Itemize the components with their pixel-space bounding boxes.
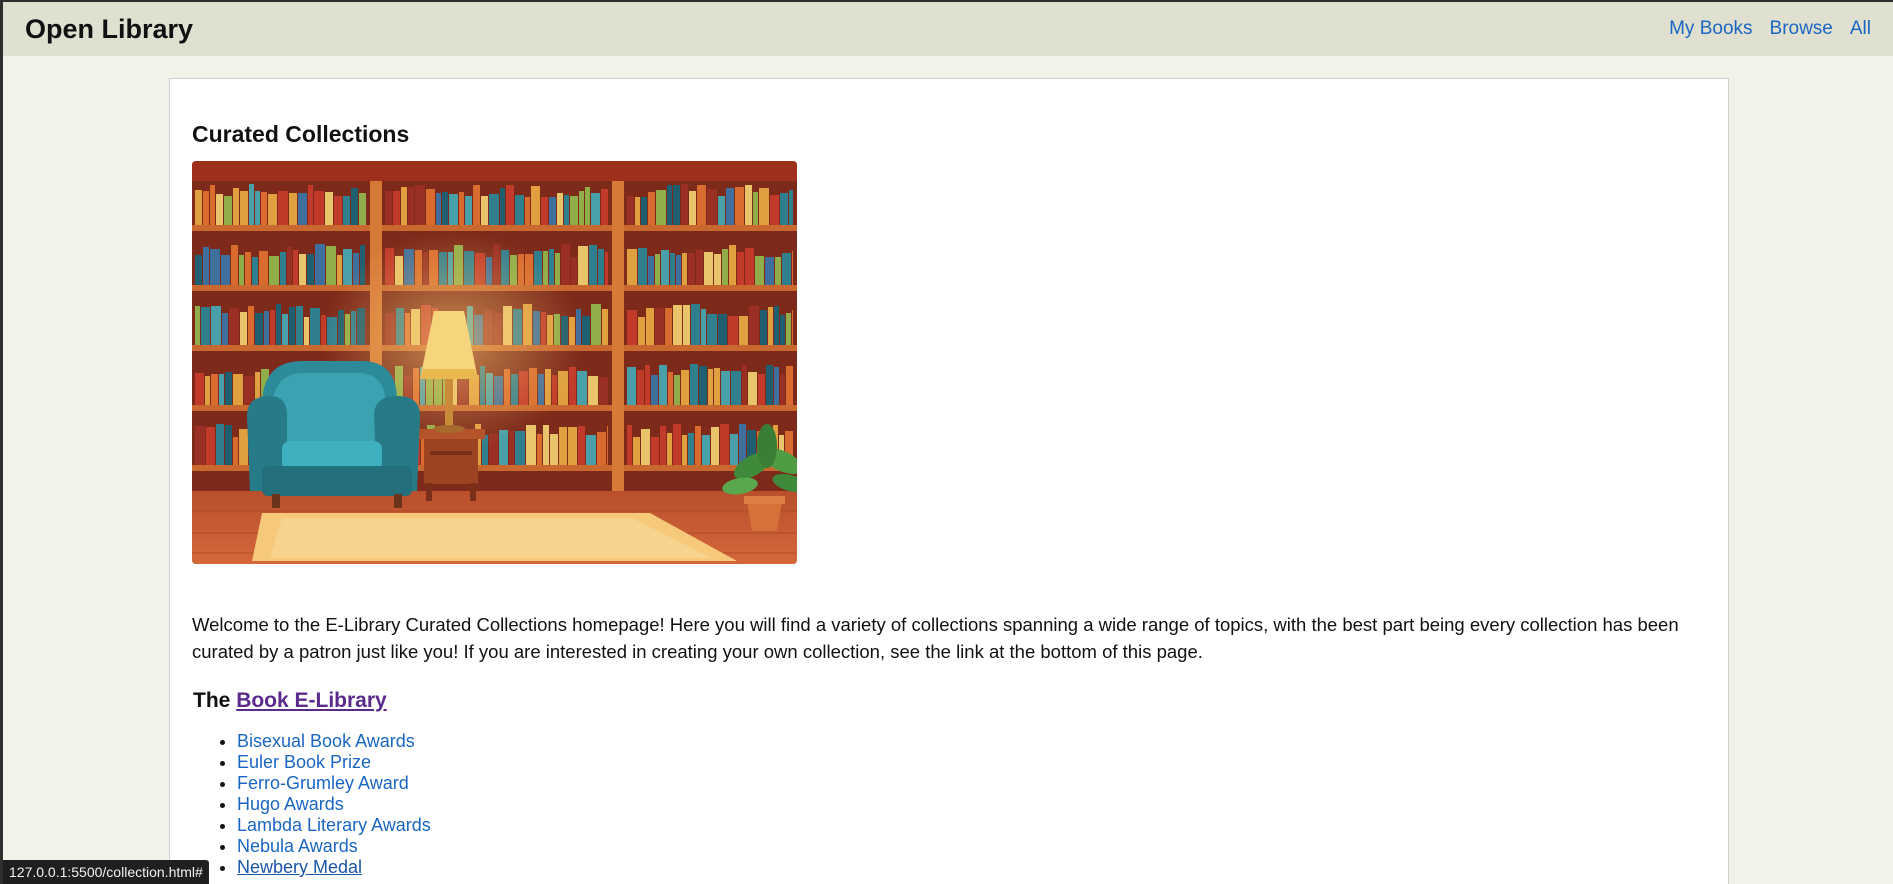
list-item: Lambda Literary Awards [237, 815, 1706, 836]
page-title: Curated Collections [192, 121, 410, 147]
list-item: Newbery Medal [237, 857, 1706, 878]
browser-viewport: Open Library My Books Browse All Curated… [0, 0, 1893, 884]
browser-status-url: 127.0.0.1:5500/collection.html# [3, 860, 209, 884]
armchair-illustration [247, 361, 420, 508]
award-link-euler-book-prize[interactable]: Euler Book Prize [237, 752, 371, 772]
awards-list: Bisexual Book Awards Euler Book Prize Fe… [192, 731, 1706, 878]
content-card: Curated Collections Welcome to the E-Lib… [169, 78, 1729, 884]
intro-paragraph: Welcome to the E-Library Curated Collect… [192, 614, 1679, 662]
top-nav: My Books Browse All [1669, 18, 1871, 40]
nav-browse-link[interactable]: Browse [1770, 18, 1833, 40]
list-item: Euler Book Prize [237, 752, 1706, 773]
award-link-lambda-literary-awards[interactable]: Lambda Literary Awards [237, 815, 431, 835]
section-heading: The Book E-Library [193, 689, 1706, 713]
top-bar: Open Library My Books Browse All [3, 2, 1893, 56]
library-hero-image [192, 161, 797, 564]
award-link-nebula-awards[interactable]: Nebula Awards [237, 836, 358, 856]
list-item: Bisexual Book Awards [237, 731, 1706, 752]
list-item: Hugo Awards [237, 794, 1706, 815]
award-link-newbery-medal[interactable]: Newbery Medal [237, 857, 362, 877]
nav-my-books-link[interactable]: My Books [1669, 18, 1752, 40]
list-item: Ferro-Grumley Award [237, 773, 1706, 794]
award-link-ferro-grumley-award[interactable]: Ferro-Grumley Award [237, 773, 409, 793]
book-e-library-link[interactable]: Book E-Library [236, 689, 387, 712]
nav-all-link[interactable]: All [1850, 18, 1871, 40]
award-link-bisexual-book-awards[interactable]: Bisexual Book Awards [237, 731, 415, 751]
award-link-hugo-awards[interactable]: Hugo Awards [237, 794, 344, 814]
site-logo-text[interactable]: Open Library [25, 14, 193, 45]
list-item: Nebula Awards [237, 836, 1706, 857]
section-heading-prefix: The [193, 689, 231, 712]
